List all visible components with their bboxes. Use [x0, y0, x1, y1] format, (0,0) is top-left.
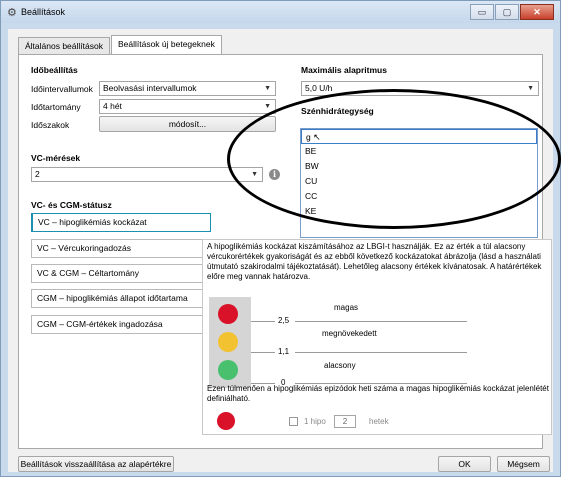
cancel-button[interactable]: Mégsem — [497, 456, 550, 472]
range-select[interactable]: 4 hét ▼ — [99, 99, 276, 114]
carb-option-cc[interactable]: CC — [301, 189, 537, 204]
chevron-down-icon: ▼ — [527, 85, 534, 92]
periods-label: Időszakok — [31, 120, 70, 130]
carb-unit-title: Szénhidrátegység — [301, 106, 374, 116]
weeks-label: hetek — [369, 417, 389, 426]
basal-rate-value: 5,0 U/h — [305, 83, 333, 93]
interval-label: Időintervallumok — [31, 84, 93, 94]
tab-new-patient-settings[interactable]: Beállítások új betegeknek — [110, 35, 222, 54]
traffic-light — [209, 297, 251, 388]
level-elevated-label: megnövekedett — [322, 329, 377, 338]
yellow-light-icon — [218, 332, 238, 352]
interval-value: Beolvasási intervallumok — [103, 83, 197, 93]
status-item-hypo-duration[interactable]: CGM – hipoglikémiás állapot időtartama — [31, 289, 211, 308]
range-value: 4 hét — [103, 101, 122, 111]
ok-button[interactable]: OK — [438, 456, 491, 472]
status-item-bg-variability[interactable]: VC – Vércukoringadozás — [31, 239, 211, 258]
mouse-cursor-icon: ↖ — [313, 132, 321, 142]
window-title: Beállítások — [21, 7, 66, 17]
episodes-description: Ezen túlmenően a hipoglikémiás epizódok … — [207, 384, 549, 403]
time-settings-title: Időbeállítás — [31, 65, 78, 75]
green-light-icon — [218, 360, 238, 380]
carb-unit-dropdown[interactable]: g ↖ BE BW CU CC KE — [300, 128, 538, 238]
hypo-risk-tooltip: A hipoglikémiás kockázat kiszámításához … — [202, 239, 552, 435]
status-title: VC- és CGM-státusz — [31, 200, 112, 210]
carb-option-cu[interactable]: CU — [301, 174, 537, 189]
bg-measurements-value: 2 — [35, 169, 40, 179]
threshold-1-1: 1,1 — [278, 347, 290, 356]
settings-window: ⚙ Beállítások ▭ ▢ ✕ Általános beállításo… — [0, 0, 561, 477]
status-item-target-range[interactable]: VC & CGM – Céltartomány — [31, 264, 211, 283]
bg-measurements-title: VC-mérések — [31, 153, 81, 163]
reset-defaults-button[interactable]: Beállítások visszaállítása az alapértékr… — [18, 456, 174, 472]
basal-rate-select[interactable]: 5,0 U/h ▼ — [301, 81, 539, 96]
status-item-hypo-risk[interactable]: VC – hipoglikémiás kockázat — [31, 213, 211, 232]
level-low-label: alacsony — [324, 361, 356, 370]
threshold-line — [251, 321, 275, 322]
minimize-button[interactable]: ▭ — [470, 4, 494, 20]
threshold-line — [295, 352, 467, 353]
chevron-down-icon: ▼ — [264, 103, 271, 110]
threshold-line — [251, 352, 275, 353]
maximize-button[interactable]: ▢ — [495, 4, 519, 20]
title-bar: ⚙ Beállítások ▭ ▢ ✕ — [1, 1, 560, 23]
modify-periods-button[interactable]: módosít... — [99, 116, 276, 132]
range-label: Időtartomány — [31, 102, 81, 112]
threshold-line — [295, 321, 467, 322]
chevron-down-icon: ▼ — [251, 171, 258, 178]
tab-general-settings[interactable]: Általános beállítások — [18, 37, 110, 54]
status-item-cgm-variability[interactable]: CGM – CGM-értékek ingadozása — [31, 315, 211, 334]
carb-option-ke[interactable]: KE — [301, 204, 537, 219]
interval-select[interactable]: Beolvasási intervallumok ▼ — [99, 81, 276, 96]
weeks-input[interactable]: 2 — [334, 415, 356, 428]
close-button[interactable]: ✕ — [520, 4, 554, 20]
window-controls: ▭ ▢ ✕ — [469, 4, 554, 20]
hypo-checkbox[interactable] — [289, 417, 298, 426]
info-icon[interactable]: i — [269, 169, 280, 180]
carb-option-g[interactable]: g ↖ — [301, 129, 537, 144]
hypo-count-label: 1 hipo — [304, 417, 326, 426]
tab-bar: Általános beállítások Beállítások új bet… — [18, 35, 223, 54]
chevron-down-icon: ▼ — [264, 85, 271, 92]
basal-rate-title: Maximális alapritmus — [301, 65, 387, 75]
gear-icon: ⚙ — [7, 7, 17, 19]
bg-measurements-select[interactable]: 2 ▼ — [31, 167, 263, 182]
carb-option-bw[interactable]: BW — [301, 159, 537, 174]
red-light-icon — [217, 412, 235, 430]
tooltip-description: A hipoglikémiás kockázat kiszámításához … — [207, 242, 542, 281]
carb-option-be[interactable]: BE — [301, 144, 537, 159]
red-light-icon — [218, 304, 238, 324]
threshold-2-5: 2,5 — [278, 316, 290, 325]
level-high-label: magas — [334, 303, 359, 312]
